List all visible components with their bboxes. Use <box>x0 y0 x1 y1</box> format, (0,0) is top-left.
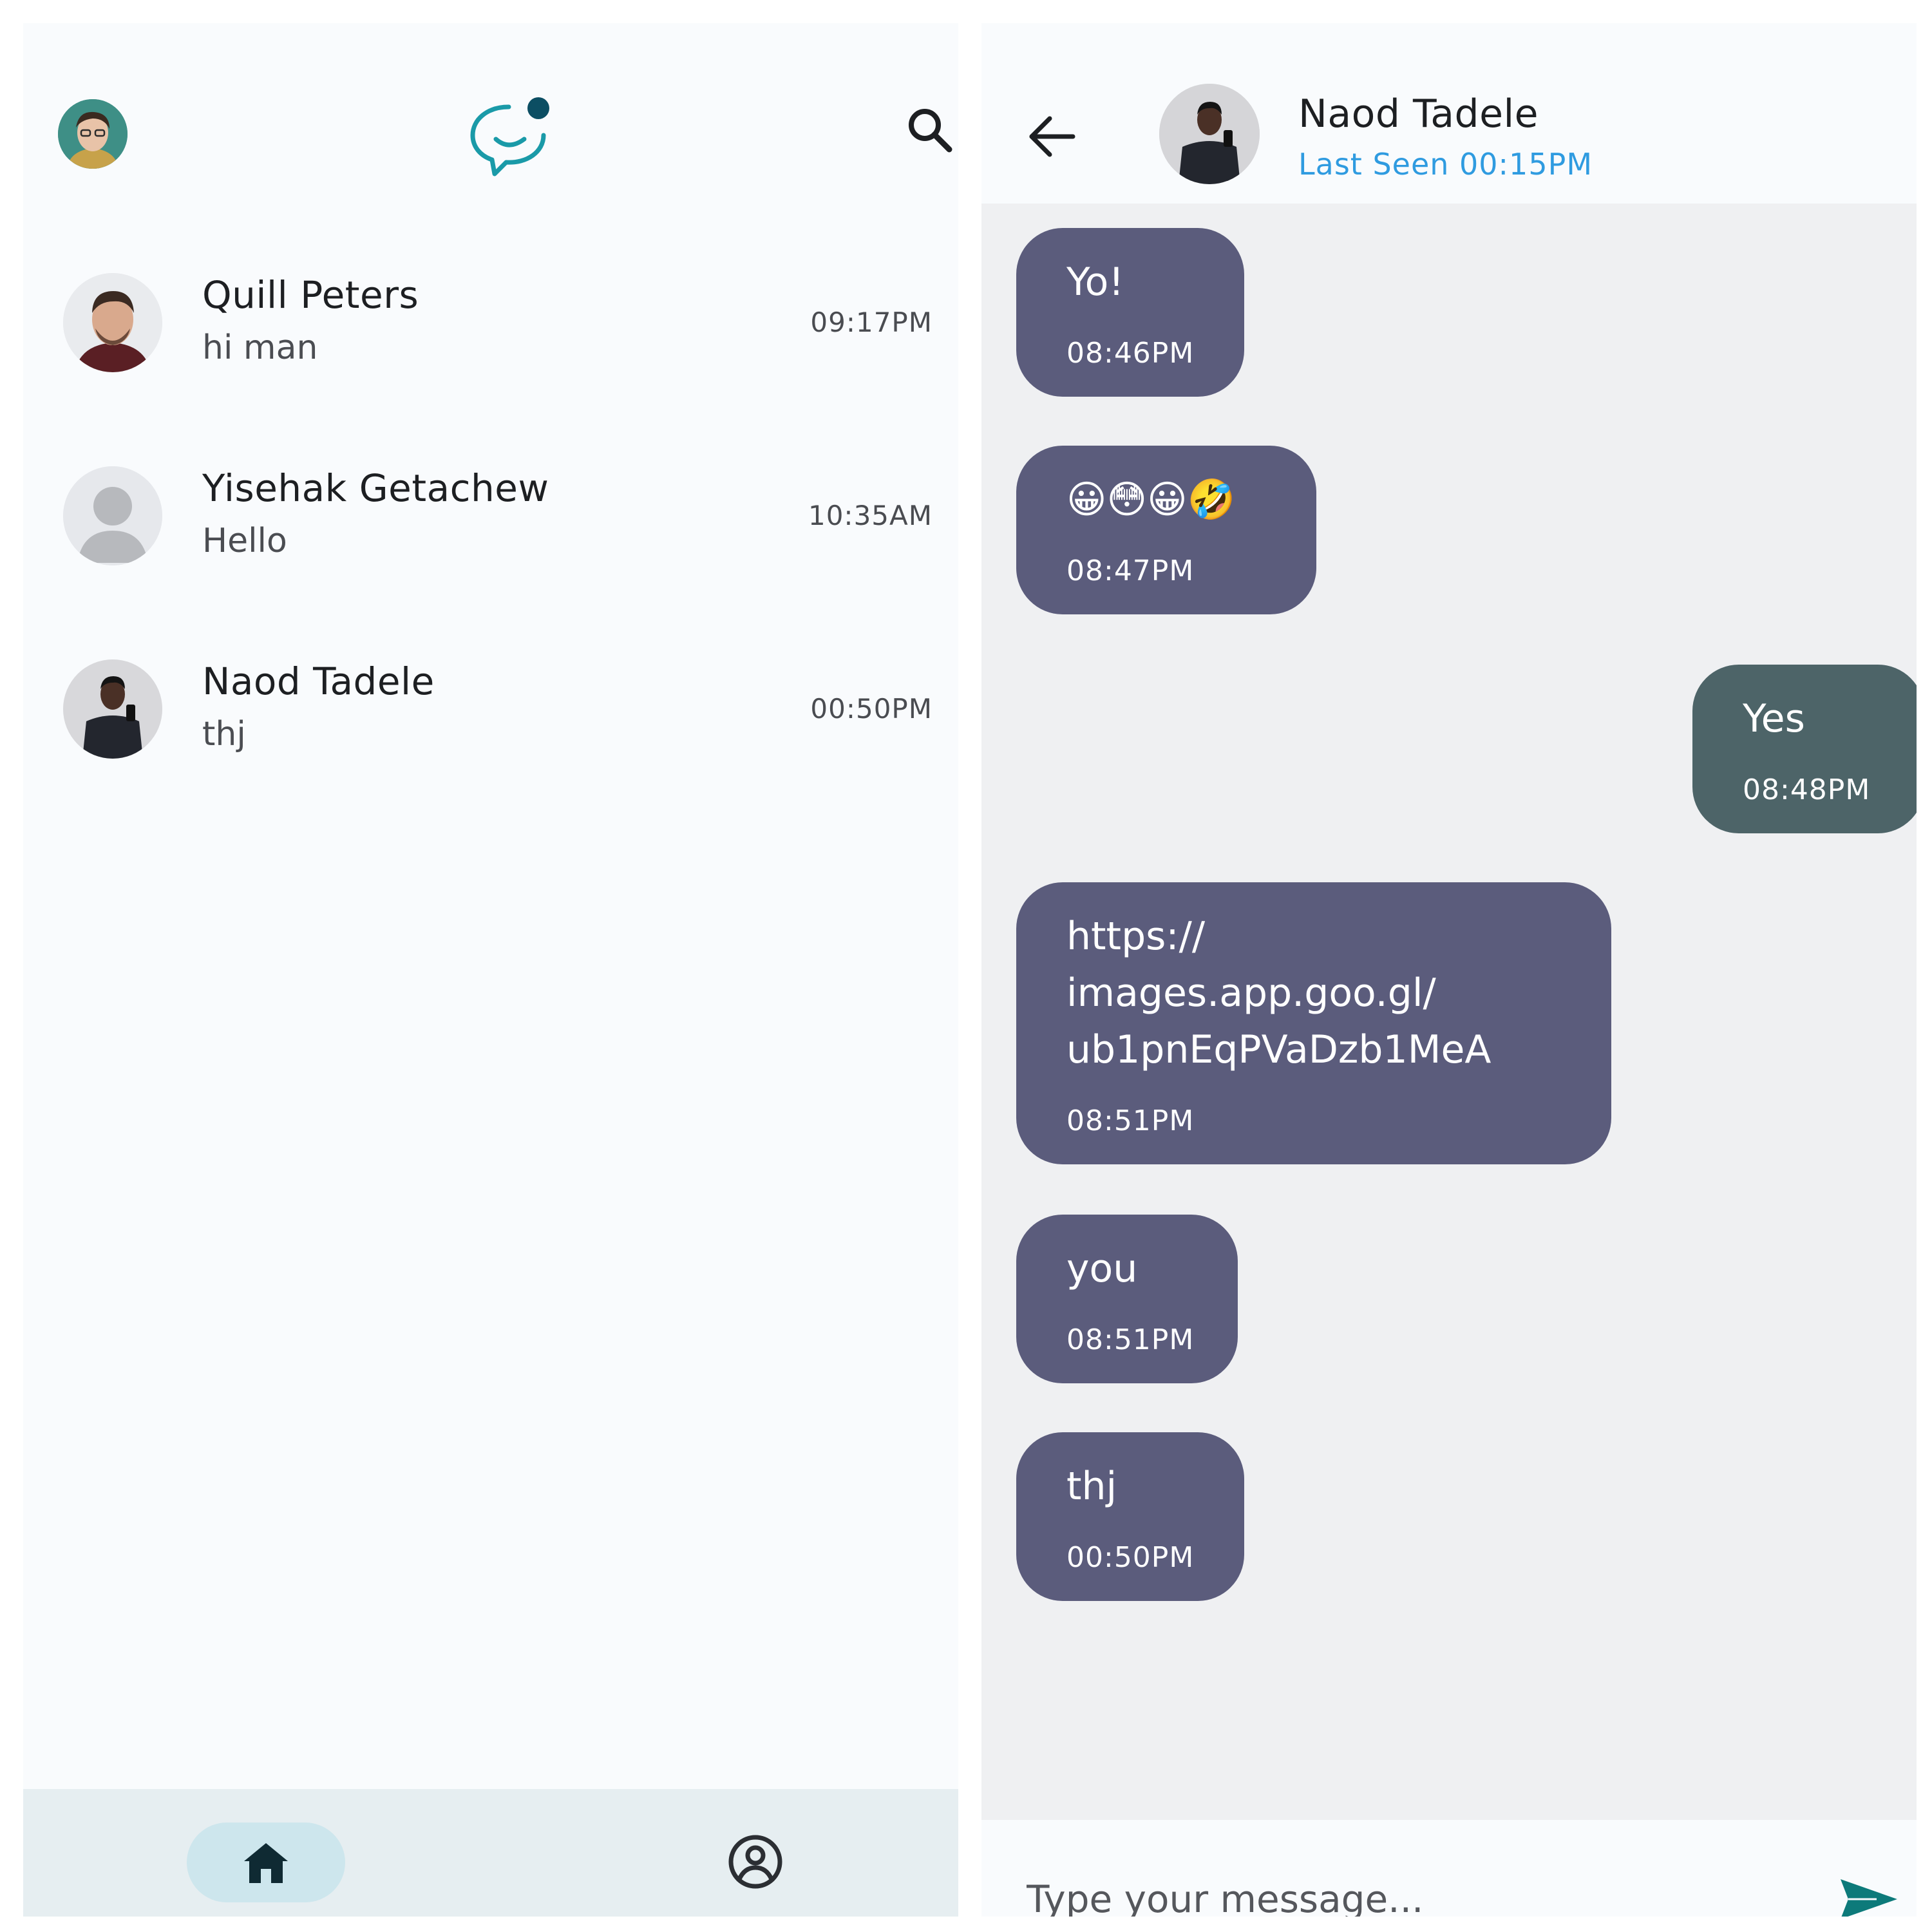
message-time: 08:51PM <box>1066 1323 1195 1356</box>
message-time: 08:48PM <box>1743 773 1871 806</box>
chat-name: Naod Tadele <box>202 659 435 703</box>
search-icon[interactable] <box>904 104 956 156</box>
bottom-navigation <box>23 1789 958 1917</box>
chat-list-screen: Quill Peters hi man 09:17PM Yisehak Geta… <box>23 23 958 1917</box>
message-bubble[interactable]: 😀😳😀🤣 08:47PM <box>1016 446 1316 614</box>
chat-item-naod-tadele[interactable]: Naod Tadele thj 00:50PM <box>23 634 958 801</box>
avatar <box>63 273 162 372</box>
chat-preview: thj <box>202 715 246 753</box>
chat-name: Quill Peters <box>202 273 419 317</box>
avatar <box>63 466 162 565</box>
message-text: you <box>1066 1246 1138 1291</box>
message-text: Yo! <box>1066 260 1124 305</box>
conversation-screen: Naod Tadele Last Seen 00:15PM Yo! 08:46P… <box>981 23 1917 1917</box>
message-text: Yes <box>1743 696 1805 741</box>
avatar <box>63 659 162 759</box>
last-seen-status: Last Seen 00:15PM <box>1298 147 1593 182</box>
chat-logo-icon <box>464 94 558 178</box>
chat-time: 10:35AM <box>808 500 933 531</box>
home-icon <box>244 1843 288 1883</box>
message-text: https:// images.app.goo.gl/ ub1pnEqPVaDz… <box>1066 914 1492 1072</box>
message-bubble[interactable]: Yes 08:48PM <box>1692 665 1917 833</box>
message-time: 00:50PM <box>1066 1541 1195 1574</box>
message-bubble[interactable]: you 08:51PM <box>1016 1215 1238 1383</box>
chat-time: 09:17PM <box>810 307 933 338</box>
chat-preview: Hello <box>202 522 287 560</box>
message-time: 08:51PM <box>1066 1104 1195 1137</box>
message-bubble[interactable]: https:// images.app.goo.gl/ ub1pnEqPVaDz… <box>1016 882 1611 1164</box>
message-time: 08:46PM <box>1066 337 1195 370</box>
message-bubble[interactable]: thj 00:50PM <box>1016 1432 1244 1601</box>
back-arrow-icon[interactable] <box>1024 109 1078 164</box>
chat-item-yisehak-getachew[interactable]: Yisehak Getachew Hello 10:35AM <box>23 440 958 608</box>
message-input[interactable] <box>1027 1870 1786 1917</box>
chat-item-quill-peters[interactable]: Quill Peters hi man 09:17PM <box>23 247 958 415</box>
message-text: 😀😳😀🤣 <box>1066 477 1236 522</box>
chat-preview: hi man <box>202 328 318 367</box>
avatar[interactable] <box>1159 84 1260 184</box>
send-icon[interactable] <box>1838 1877 1900 1917</box>
conversation-header: Naod Tadele Last Seen 00:15PM <box>981 23 1917 204</box>
top-bar <box>23 23 958 216</box>
profile-icon[interactable] <box>725 1832 786 1892</box>
message-time: 08:47PM <box>1066 554 1195 587</box>
contact-name: Naod Tadele <box>1298 91 1539 137</box>
nav-home-button[interactable] <box>187 1823 345 1902</box>
avatar[interactable] <box>58 99 128 169</box>
chat-time: 00:50PM <box>810 693 933 724</box>
message-bubble[interactable]: Yo! 08:46PM <box>1016 228 1244 397</box>
message-composer <box>981 1820 1917 1917</box>
message-text: thj <box>1066 1464 1117 1509</box>
chat-name: Yisehak Getachew <box>202 466 549 510</box>
